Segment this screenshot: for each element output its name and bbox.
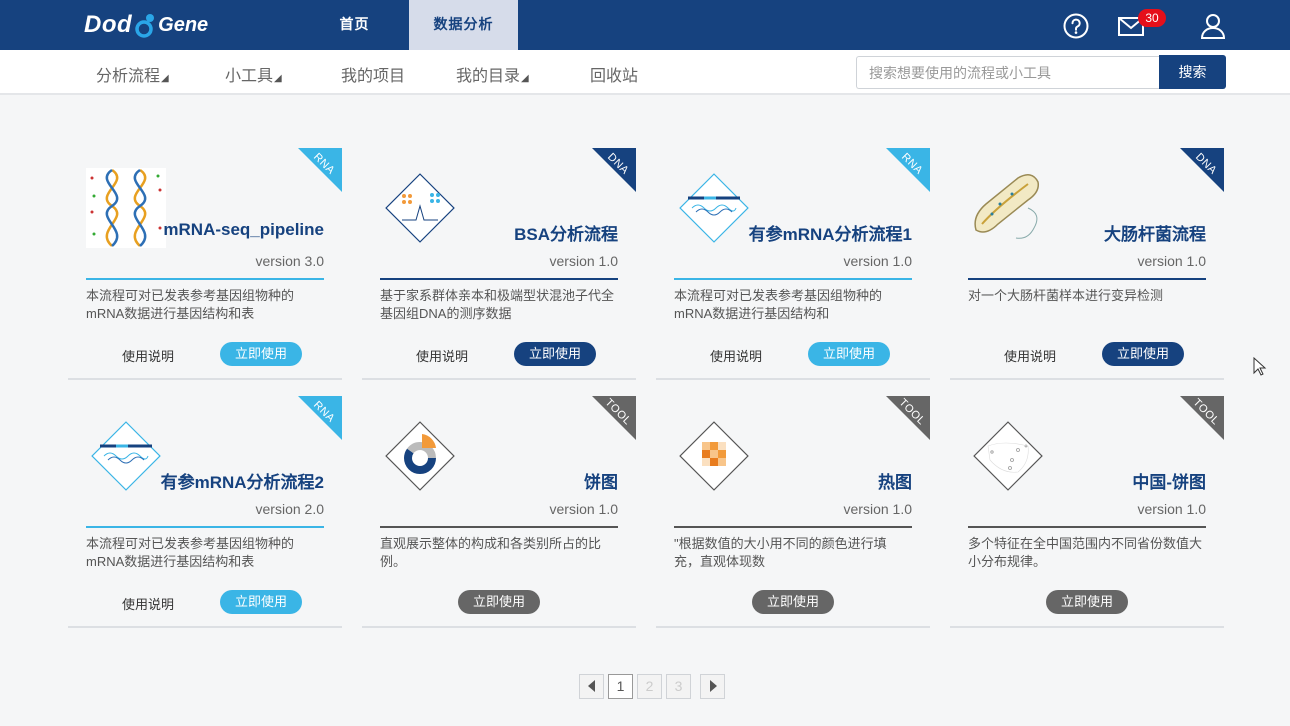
card-title[interactable]: 有参mRNA分析流程2	[161, 468, 324, 493]
subnav-my-projects[interactable]: 我的项目	[341, 62, 405, 86]
logo-text-left: Dod	[84, 11, 133, 38]
logo-mark-icon	[134, 12, 155, 38]
card-divider	[968, 278, 1206, 280]
usage-guide-link[interactable]: 使用说明	[710, 346, 762, 365]
card-mrna-seq-pipeline: RNA mRNA-seq_pipeline version 3.0 本流程可对已…	[68, 148, 342, 380]
prev-page-button[interactable]	[579, 674, 604, 699]
dropdown-triangle-icon: ◢	[521, 73, 529, 84]
subnav-label: 小工具	[225, 68, 274, 85]
topnav-home[interactable]: 首页	[300, 0, 409, 50]
page-button-3[interactable]: 3	[666, 674, 691, 699]
subnav-recycle-bin[interactable]: 回收站	[590, 62, 638, 86]
card-title[interactable]: BSA分析流程	[514, 220, 618, 245]
card-title[interactable]: 大肠杆菌流程	[1104, 220, 1206, 245]
card-version: version 2.0	[255, 501, 324, 517]
subnav-tools[interactable]: 小工具◢	[225, 62, 282, 86]
dna-helix-icon	[86, 168, 166, 248]
dropdown-triangle-icon: ◢	[161, 73, 169, 84]
card-description: 本流程可对已发表参考基因组物种的mRNA数据进行基因结构和表	[86, 536, 295, 569]
card-version: version 1.0	[549, 253, 618, 269]
read-alignment-icon	[674, 168, 754, 248]
card-description: 本流程可对已发表参考基因组物种的mRNA数据进行基因结构和	[674, 288, 883, 321]
top-nav: 首页 数据分析	[300, 0, 518, 50]
usage-guide-link[interactable]: 使用说明	[1004, 346, 1056, 365]
card-divider	[674, 278, 912, 280]
search-button[interactable]: 搜索	[1159, 55, 1226, 89]
card-description: 直观展示整体的构成和各类别所占的比例。	[380, 536, 602, 569]
card-description: 基于家系群体亲本和极端型状混池子代全基因组DNA的测序数据	[380, 288, 615, 321]
card-ref-mrna-pipeline-2: RNA 有参mRNA分析流程2 version 2.0 本流程可对已发表参考基因…	[68, 396, 342, 628]
card-divider	[86, 526, 324, 528]
logo[interactable]: Dod Gene	[84, 8, 208, 42]
logo-text-right: Gene	[158, 13, 209, 36]
donut-chart-icon	[380, 416, 460, 496]
subnav-label: 我的目录	[456, 68, 521, 85]
card-title[interactable]: 饼图	[584, 468, 618, 493]
card-version: version 1.0	[843, 501, 912, 517]
subnav-my-directory[interactable]: 我的目录◢	[456, 62, 529, 86]
usage-guide-link[interactable]: 使用说明	[416, 346, 468, 365]
card-version: version 1.0	[1137, 501, 1206, 517]
topnav-data-analysis[interactable]: 数据分析	[409, 0, 518, 50]
card-description: "根据数值的大小用不同的颜色进行填充，直观体现数	[674, 536, 887, 569]
next-arrow-icon	[709, 680, 717, 692]
card-heatmap-tool: TOOL 热图 version 1.0 "根据数值的大小用不同的颜色进行填充，直…	[656, 396, 930, 628]
card-divider	[380, 278, 618, 280]
card-description: 本流程可对已发表参考基因组物种的mRNA数据进行基因结构和表	[86, 288, 295, 321]
usage-guide-link[interactable]: 使用说明	[122, 594, 174, 613]
card-divider	[86, 278, 324, 280]
use-now-button[interactable]: 立即使用	[752, 590, 834, 614]
card-title[interactable]: 有参mRNA分析流程1	[749, 220, 912, 245]
card-description: 多个特征在全中国范围内不同省份数值大小分布规律。	[968, 536, 1203, 569]
usage-guide-link[interactable]: 使用说明	[122, 346, 174, 365]
card-title[interactable]: mRNA-seq_pipeline	[163, 220, 324, 240]
use-now-button[interactable]: 立即使用	[220, 590, 302, 614]
china-map-icon	[968, 416, 1048, 496]
page-button-2[interactable]: 2	[637, 674, 662, 699]
card-title[interactable]: 中国-饼图	[1132, 468, 1206, 493]
bsa-plot-icon	[380, 168, 460, 248]
card-ecoli-pipeline: DNA 大肠杆菌流程 version 1.0 对一个大肠杆菌样本进行变异检测 使…	[950, 148, 1224, 380]
card-version: version 1.0	[1137, 253, 1206, 269]
card-description: 对一个大肠杆菌样本进行变异检测	[968, 288, 1164, 303]
card-ref-mrna-pipeline-1: RNA 有参mRNA分析流程1 version 1.0 本流程可对已发表参考基因…	[656, 148, 930, 380]
card-divider	[968, 526, 1206, 528]
use-now-button[interactable]: 立即使用	[220, 342, 302, 366]
card-version: version 1.0	[549, 501, 618, 517]
card-pie-chart-tool: TOOL 饼图 version 1.0 直观展示整体的构成和各类别所占的比例。 …	[362, 396, 636, 628]
card-version: version 3.0	[255, 253, 324, 269]
use-now-button[interactable]: 立即使用	[808, 342, 890, 366]
card-china-pie-tool: TOOL 中国-饼图 version 1.0 多个特征在全中国范围内不同省份数值…	[950, 396, 1224, 628]
next-page-button[interactable]	[700, 674, 725, 699]
message-count-badge: 30	[1138, 9, 1166, 27]
card-version: version 1.0	[843, 253, 912, 269]
use-now-button[interactable]: 立即使用	[1102, 342, 1184, 366]
use-now-button[interactable]: 立即使用	[1046, 590, 1128, 614]
card-title[interactable]: 热图	[878, 468, 912, 493]
subnav-analysis-pipeline[interactable]: 分析流程◢	[96, 62, 169, 86]
subnav-label: 分析流程	[96, 68, 161, 85]
mouse-cursor-icon	[1253, 357, 1267, 376]
page-button-1[interactable]: 1	[608, 674, 633, 699]
dropdown-triangle-icon: ◢	[274, 73, 282, 84]
subnav-label: 我的项目	[341, 68, 406, 85]
read-alignment-icon	[86, 416, 166, 496]
user-icon[interactable]	[1199, 12, 1227, 40]
prev-arrow-icon	[587, 680, 595, 692]
card-divider	[674, 526, 912, 528]
subnav-label: 回收站	[590, 68, 639, 85]
heatmap-icon	[674, 416, 754, 496]
bacteria-icon	[968, 168, 1048, 248]
search-input[interactable]	[856, 56, 1160, 89]
help-icon[interactable]	[1062, 12, 1090, 40]
use-now-button[interactable]: 立即使用	[514, 342, 596, 366]
card-divider	[380, 526, 618, 528]
use-now-button[interactable]: 立即使用	[458, 590, 540, 614]
card-bsa-pipeline: DNA BSA分析流程 version 1.0 基于家系群体亲本和极端型状混池子…	[362, 148, 636, 380]
